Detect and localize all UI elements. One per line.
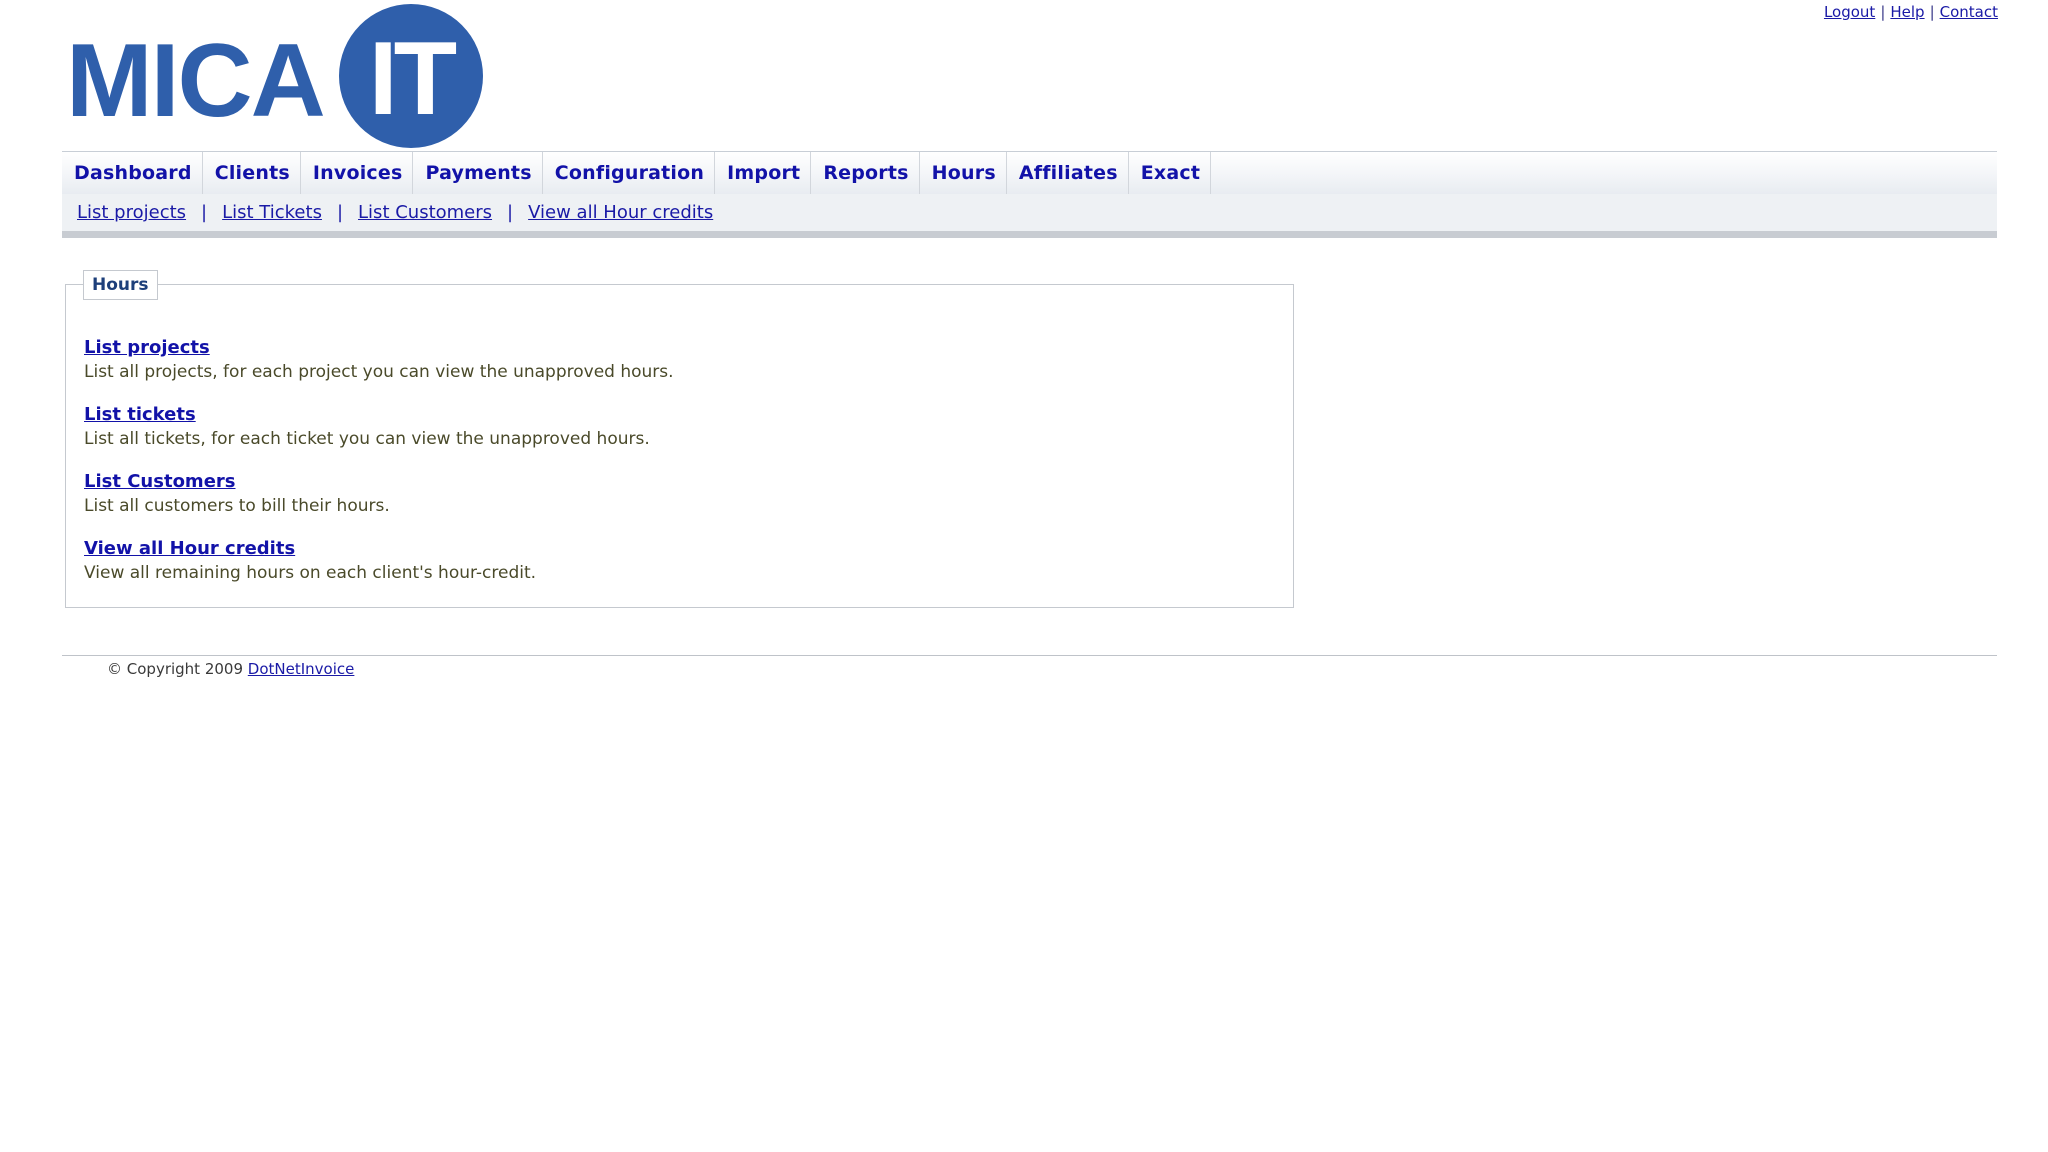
subnav-list-projects-link[interactable]: List projects <box>77 202 186 223</box>
hours-entry: List tickets List all tickets, for each … <box>84 404 1273 452</box>
list-customers-link[interactable]: List Customers <box>84 471 1273 493</box>
list-projects-description: List all projects, for each project you … <box>84 362 674 382</box>
nav-item-clients[interactable]: Clients <box>203 152 301 194</box>
nav-item-payments[interactable]: Payments <box>413 152 543 194</box>
view-hour-credits-description: View all remaining hours on each client'… <box>84 563 537 583</box>
footer-divider <box>62 655 1997 656</box>
hours-panel-legend: Hours <box>83 270 158 300</box>
hours-entry: List projects List all projects, for eac… <box>84 337 1273 385</box>
sub-nav: List projects | List Tickets | List Cust… <box>62 194 1997 238</box>
subnav-view-hour-credits-link[interactable]: View all Hour credits <box>528 202 713 223</box>
contact-link[interactable]: Contact <box>1940 3 1998 21</box>
footer: © Copyright 2009 DotNetInvoice <box>107 660 354 678</box>
nav-item-exact[interactable]: Exact <box>1129 152 1212 194</box>
hours-entry: List Customers List all customers to bil… <box>84 471 1273 519</box>
mica-it-logo: MICA IT <box>66 2 496 152</box>
subnav-list-customers-link[interactable]: List Customers <box>358 202 492 223</box>
subnav-list-tickets-link[interactable]: List Tickets <box>222 202 322 223</box>
nav-item-affiliates[interactable]: Affiliates <box>1007 152 1129 194</box>
nav-item-hours[interactable]: Hours <box>920 152 1007 194</box>
subnav-separator: | <box>201 202 208 223</box>
subnav-separator: | <box>336 202 344 223</box>
nav-item-import[interactable]: Import <box>715 152 812 194</box>
help-link[interactable]: Help <box>1890 3 1924 21</box>
hours-panel: Hours List projects List all projects, f… <box>65 270 1294 608</box>
list-projects-link[interactable]: List projects <box>84 337 1273 359</box>
hours-entry-list: List projects List all projects, for eac… <box>84 337 1273 605</box>
subnav-separator: | <box>507 202 514 223</box>
mica-it-logo-graphic: MICA IT <box>66 4 483 148</box>
list-customers-description: List all customers to bill their hours. <box>84 496 390 516</box>
logo-text-it: IT <box>369 21 457 137</box>
page: Logout | Help | Contact MICA IT Dashboard Cl… <box>0 0 2048 1152</box>
main-nav: Dashboard Clients Invoices Payments Conf… <box>62 151 1997 195</box>
top-link-separator: | <box>1929 3 1935 21</box>
list-tickets-description: List all tickets, for each ticket you ca… <box>84 429 650 449</box>
dotnetinvoice-link[interactable]: DotNetInvoice <box>248 660 355 678</box>
nav-item-reports[interactable]: Reports <box>811 152 920 194</box>
nav-item-configuration[interactable]: Configuration <box>543 152 716 194</box>
logo-text-mica: MICA <box>66 23 324 139</box>
nav-item-dashboard[interactable]: Dashboard <box>62 152 203 194</box>
nav-item-invoices[interactable]: Invoices <box>301 152 414 194</box>
footer-copyright: © Copyright 2009 <box>107 660 244 678</box>
logout-link[interactable]: Logout <box>1824 3 1875 21</box>
list-tickets-link[interactable]: List tickets <box>84 404 1273 426</box>
top-links: Logout | Help | Contact <box>1824 3 1998 21</box>
view-hour-credits-link[interactable]: View all Hour credits <box>84 538 1273 560</box>
hours-entry: View all Hour credits View all remaining… <box>84 538 1273 586</box>
top-link-separator: | <box>1880 3 1886 21</box>
